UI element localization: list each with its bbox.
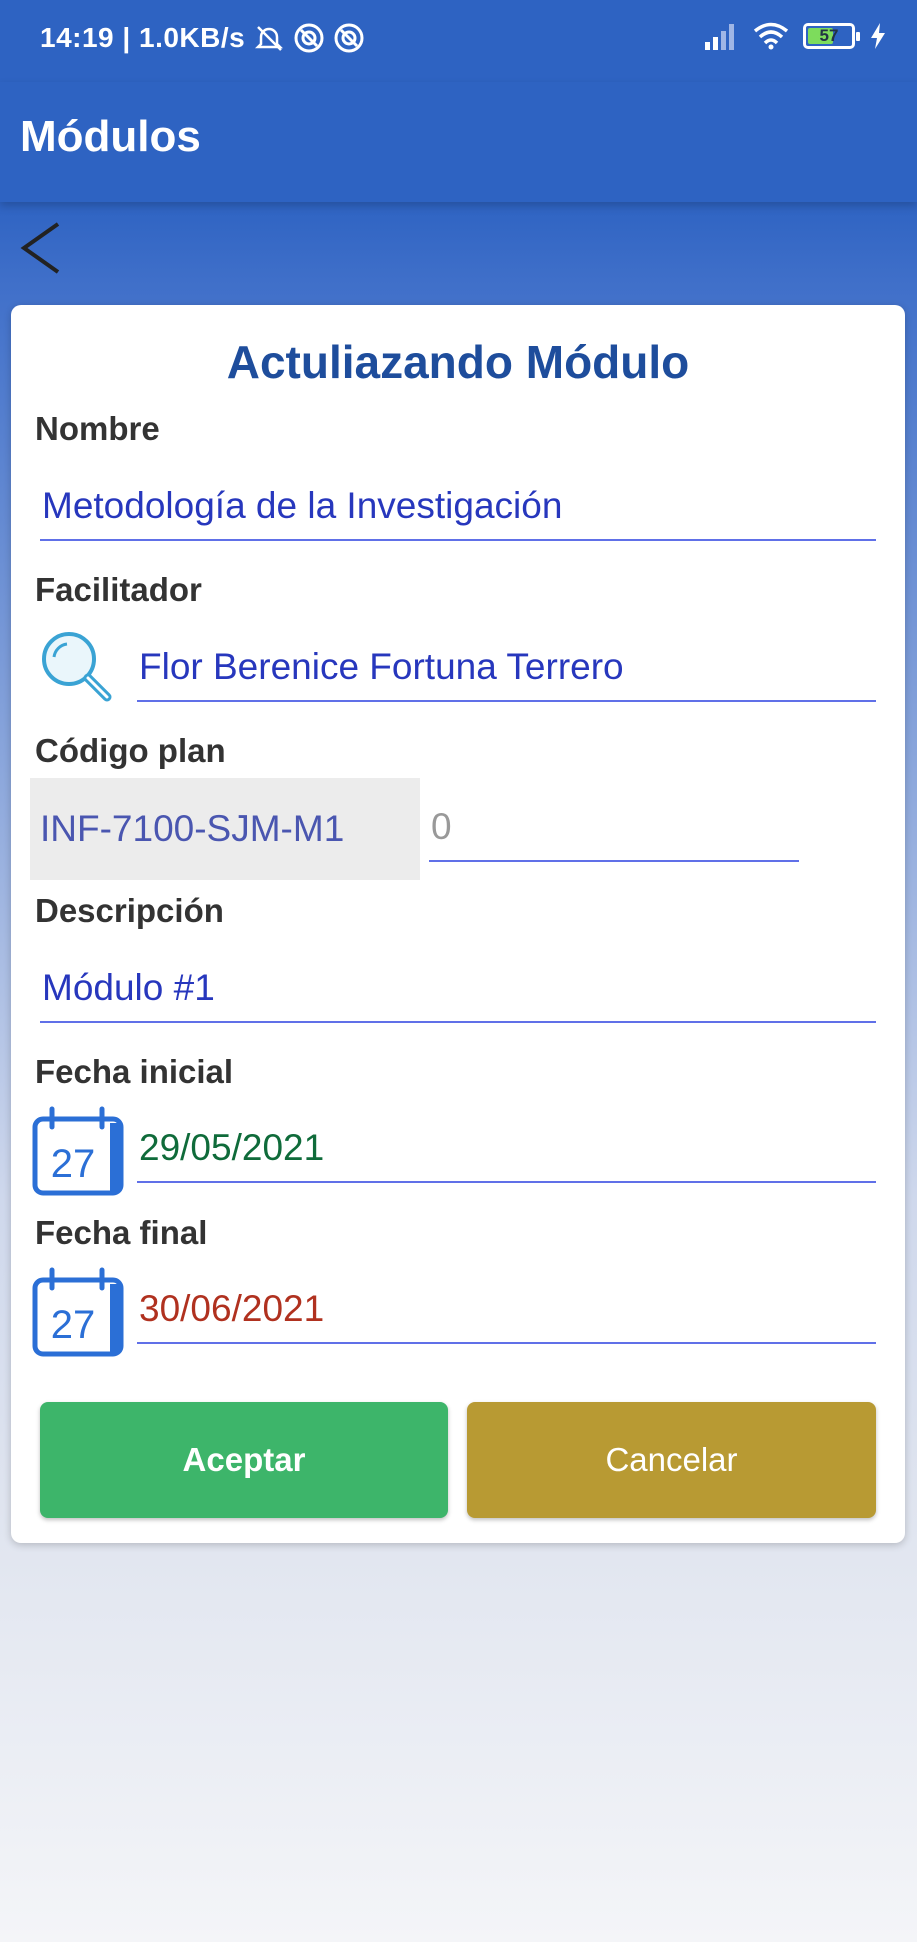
cell-signal-icon bbox=[705, 24, 734, 50]
fecha-final-input[interactable]: 30/06/2021 bbox=[137, 1276, 876, 1344]
charging-bolt-icon bbox=[871, 23, 885, 49]
battery-level: 57 bbox=[819, 26, 839, 45]
sync-icon bbox=[334, 23, 364, 53]
accept-label: Aceptar bbox=[182, 1441, 306, 1478]
cancel-label: Cancelar bbox=[605, 1441, 738, 1478]
codigo-plan-label: Código plan bbox=[35, 732, 226, 769]
calendar-day-text: 27 bbox=[51, 1303, 96, 1347]
back-arrow-icon bbox=[20, 222, 60, 274]
facilitador-label: Facilitador bbox=[35, 571, 202, 608]
status-left: 14:19 | 1.0KB/s bbox=[40, 22, 365, 54]
search-facilitador-button[interactable] bbox=[37, 627, 117, 712]
fecha-final-label: Fecha final bbox=[35, 1214, 208, 1251]
codigo-plan-prefix: INF-7100-SJM-M1 bbox=[30, 778, 420, 880]
codigo-plan-input[interactable]: 0 bbox=[429, 794, 799, 862]
calendar-icon: 27 bbox=[32, 1106, 124, 1196]
edit-module-card: Actuliazando Módulo Nombre Metodología d… bbox=[11, 305, 905, 1543]
calendar-day-text: 27 bbox=[51, 1142, 96, 1186]
codigo-plan-suffix-value: 0 bbox=[431, 806, 452, 847]
back-button[interactable] bbox=[18, 220, 68, 276]
calendar-icon: 27 bbox=[32, 1267, 124, 1357]
nombre-input[interactable]: Metodología de la Investigación bbox=[40, 473, 876, 541]
descripcion-value: Módulo #1 bbox=[42, 967, 215, 1008]
status-time-speed: 14:19 | 1.0KB/s bbox=[40, 22, 246, 53]
fecha-final-value: 30/06/2021 bbox=[139, 1288, 325, 1329]
nombre-label: Nombre bbox=[35, 410, 160, 447]
battery-icon: 57 bbox=[803, 23, 860, 49]
cancel-button[interactable]: Cancelar bbox=[467, 1402, 876, 1518]
fecha-inicial-input[interactable]: 29/05/2021 bbox=[137, 1115, 876, 1183]
search-magnifier-icon bbox=[42, 632, 112, 702]
fecha-final-calendar-button[interactable]: 27 bbox=[30, 1266, 126, 1363]
codigo-plan-prefix-value: INF-7100-SJM-M1 bbox=[40, 808, 345, 849]
facilitador-value: Flor Berenice Fortuna Terrero bbox=[139, 646, 624, 687]
facilitador-input[interactable]: Flor Berenice Fortuna Terrero bbox=[137, 634, 876, 702]
accept-button[interactable]: Aceptar bbox=[40, 1402, 448, 1518]
form-title: Actuliazando Módulo bbox=[226, 336, 690, 388]
silent-bell-icon bbox=[255, 26, 284, 51]
fecha-inicial-label: Fecha inicial bbox=[35, 1053, 234, 1090]
nombre-value: Metodología de la Investigación bbox=[42, 485, 563, 526]
wifi-icon bbox=[753, 22, 789, 50]
descripcion-label: Descripción bbox=[35, 892, 224, 929]
status-right: 57 bbox=[703, 22, 887, 50]
page-title: Módulos bbox=[20, 112, 201, 161]
descripcion-input[interactable]: Módulo #1 bbox=[40, 955, 876, 1023]
fecha-inicial-value: 29/05/2021 bbox=[139, 1127, 325, 1168]
app-bar: Módulos bbox=[0, 82, 917, 202]
fecha-inicial-calendar-button[interactable]: 27 bbox=[30, 1105, 126, 1202]
status-bar: 14:19 | 1.0KB/s 57 bbox=[0, 0, 917, 82]
sync-icon bbox=[294, 23, 324, 53]
